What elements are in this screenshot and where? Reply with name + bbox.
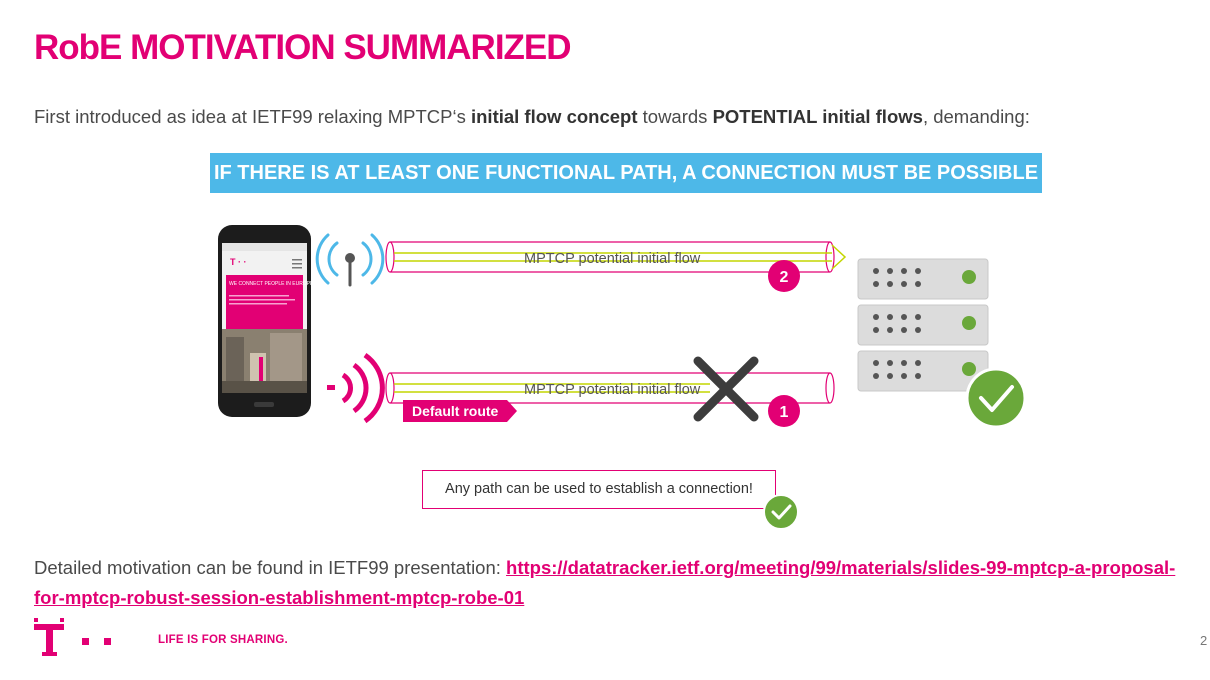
- flow-number-2: 2: [780, 269, 789, 286]
- slide-title: RobE MOTIVATION SUMMARIZED: [34, 28, 572, 67]
- intro-bold-initial-flow: initial flow concept: [470, 106, 638, 127]
- page-number: 2: [1200, 633, 1208, 648]
- server-check-icon: [965, 367, 1027, 429]
- intro-part1: First introduced as idea at IETF99 relax…: [34, 106, 471, 127]
- footer-slogan: LIFE IS FOR SHARING.: [158, 634, 288, 646]
- svg-text:T · ·: T · ·: [230, 257, 247, 267]
- cellular-signal-icon: [327, 352, 385, 424]
- flow-number-1: 1: [780, 404, 789, 421]
- callout-check-icon: [763, 494, 799, 530]
- intro-part3: , demanding:: [922, 106, 1030, 127]
- phone-screen-heading: WE CONNECT PEOPLE IN EUROPE: [229, 281, 314, 287]
- intro-part2: towards: [637, 106, 713, 127]
- wifi-antenna-icon: [315, 233, 385, 287]
- top-flow-label: MPTCP potential initial flow: [524, 251, 701, 267]
- detail-text: Detailed motivation can be found in IETF…: [34, 553, 1184, 613]
- default-route-label: Default route: [412, 403, 499, 419]
- telekom-logo-icon: [34, 618, 111, 656]
- bottom-flow-label: MPTCP potential initial flow: [524, 382, 701, 398]
- detail-lead: Detailed motivation can be found in IETF…: [34, 557, 507, 578]
- server-rack-icon: [857, 258, 989, 392]
- intro-text: First introduced as idea at IETF99 relax…: [34, 106, 1030, 128]
- smartphone-icon: T · · WE CONNECT PEOPLE IN EUROPE: [218, 225, 314, 417]
- intro-bold-potential-flows: POTENTIAL initial flows: [712, 106, 923, 127]
- requirement-banner: IF THERE IS AT LEAST ONE FUNCTIONAL PATH…: [210, 153, 1042, 193]
- any-path-callout: Any path can be used to establish a conn…: [422, 470, 776, 509]
